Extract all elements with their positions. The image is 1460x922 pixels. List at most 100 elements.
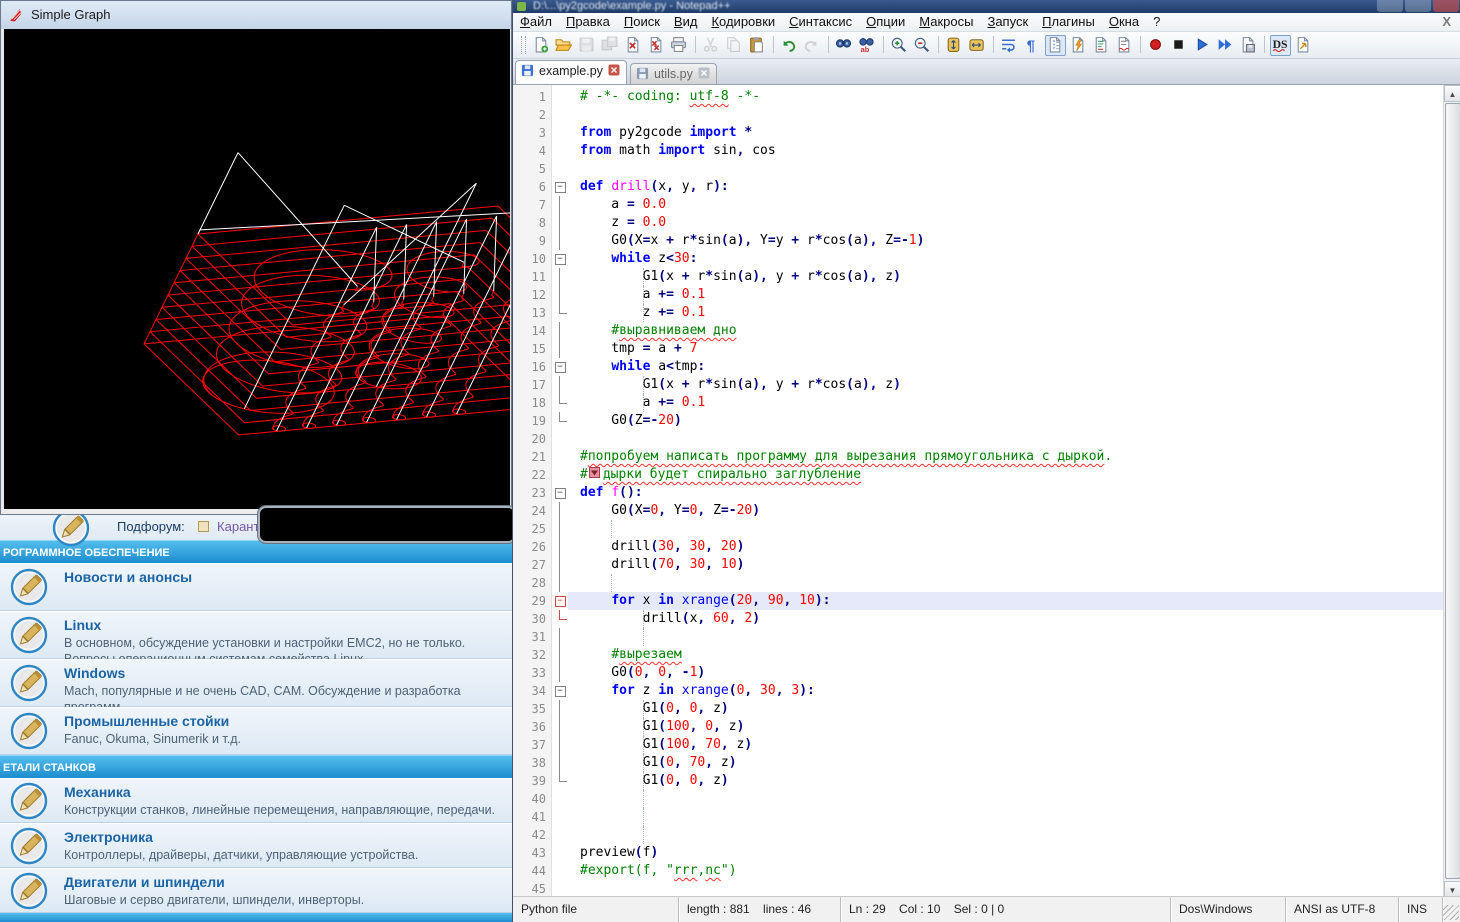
function-list-button[interactable]	[1068, 35, 1089, 56]
fold-marker[interactable]	[552, 160, 568, 178]
fold-marker[interactable]	[552, 790, 568, 808]
toolpath-preview-canvas[interactable]	[4, 29, 510, 511]
word-wrap-button[interactable]	[999, 35, 1020, 56]
copy-button[interactable]	[724, 35, 745, 56]
document-map-button[interactable]	[1091, 35, 1112, 56]
notepad-titlebar[interactable]: D:\...\py2gcode\example.py - Notepad++	[513, 0, 1460, 13]
indent-guide-button[interactable]	[1045, 35, 1066, 56]
forum-row-title[interactable]: Новости и анонсы	[64, 569, 512, 586]
code-line-11[interactable]: 11 G1(x + r*sin(a), y + r*cos(a), z)	[513, 268, 1444, 286]
forum-row-Linux[interactable]: LinuxВ основном, обсуждение установки и …	[0, 611, 512, 659]
menu-?[interactable]: ?	[1146, 13, 1167, 29]
code-line-12[interactable]: 12 a += 0.1	[513, 286, 1444, 304]
fold-marker[interactable]: −	[552, 358, 568, 376]
code-line-27[interactable]: 27 drill(70, 30, 10)	[513, 556, 1444, 574]
dspellcheck-button[interactable]: DS	[1270, 35, 1291, 56]
code-line-22[interactable]: 22#дырки будет спирально заглубление	[513, 466, 1444, 484]
save-button[interactable]	[577, 35, 598, 56]
fold-marker[interactable]	[552, 304, 568, 322]
forum-row-title[interactable]: Двигатели и шпиндели	[64, 874, 512, 891]
code-line-13[interactable]: 13 z += 0.1	[513, 304, 1444, 322]
code-line-41[interactable]: 41	[513, 808, 1444, 826]
fold-marker[interactable]	[552, 772, 568, 790]
forum-row-title[interactable]: Механика	[64, 784, 512, 801]
fold-marker[interactable]	[552, 412, 568, 430]
code-line-24[interactable]: 24 G0(X=0, Y=0, Z=-20)	[513, 502, 1444, 520]
code-line-15[interactable]: 15 tmp = a + 7	[513, 340, 1444, 358]
code-line-20[interactable]: 20	[513, 430, 1444, 448]
sync-horizontal-scroll-button[interactable]	[967, 35, 988, 56]
fold-marker[interactable]	[552, 430, 568, 448]
forum-row-Windows[interactable]: WindowsMach, популярные и не очень CAD, …	[0, 659, 512, 707]
fold-marker[interactable]	[552, 808, 568, 826]
new-file-button[interactable]	[531, 35, 552, 56]
fold-marker[interactable]: −	[552, 484, 568, 502]
editor[interactable]: 1# -*- coding: utf-8 -*-23from py2gcode …	[513, 84, 1460, 898]
menu-Правка[interactable]: Правка	[559, 13, 617, 29]
replace-button[interactable]: ab	[857, 35, 878, 56]
run-macro-multiple-button[interactable]	[1215, 35, 1236, 56]
forum-row-Двигатели и шпиндели[interactable]: Двигатели и шпинделиШаговые и серво двиг…	[0, 868, 512, 913]
code-line-14[interactable]: 14 #выравниваем дно	[513, 322, 1444, 340]
forum-row-Промышленные стойки[interactable]: Промышленные стойкиFanuc, Okuma, Sinumer…	[0, 707, 512, 755]
code-line-29[interactable]: 29− for x in xrange(20, 90, 10):	[513, 592, 1444, 610]
code-line-10[interactable]: 10− while z<30:	[513, 250, 1444, 268]
code-line-6[interactable]: 6−def drill(x, y, r):	[513, 178, 1444, 196]
v-scrollbar[interactable]: ▲ ▼	[1443, 85, 1460, 898]
tab-utils.py[interactable]: utils.py	[630, 63, 717, 86]
menu-Кодировки[interactable]: Кодировки	[704, 13, 782, 29]
menu-Опции[interactable]: Опции	[859, 13, 912, 29]
forum-row-Новости и анонсы[interactable]: Новости и анонсы	[0, 563, 512, 611]
save-all-button[interactable]	[600, 35, 621, 56]
fold-marker[interactable]	[552, 556, 568, 574]
save-macro-button[interactable]	[1238, 35, 1259, 56]
code-line-42[interactable]: 42	[513, 826, 1444, 844]
fold-marker[interactable]: −	[552, 682, 568, 700]
cut-button[interactable]	[701, 35, 722, 56]
tab-example.py[interactable]: example.py	[515, 60, 627, 86]
fold-marker[interactable]	[552, 736, 568, 754]
code-line-8[interactable]: 8 z = 0.0	[513, 214, 1444, 232]
forum-row-title[interactable]: Windows	[64, 665, 512, 682]
code-line-2[interactable]: 2	[513, 106, 1444, 124]
menu-Плагины[interactable]: Плагины	[1035, 13, 1102, 29]
fold-marker[interactable]	[552, 268, 568, 286]
fold-marker[interactable]	[552, 754, 568, 772]
close-document-button[interactable]: X	[1442, 14, 1451, 29]
fold-marker[interactable]	[552, 448, 568, 466]
code-line-17[interactable]: 17 G1(x + r*sin(a), y + r*cos(a), z)	[513, 376, 1444, 394]
fold-marker[interactable]	[552, 610, 568, 628]
code-line-1[interactable]: 1# -*- coding: utf-8 -*-	[513, 88, 1444, 106]
simple-graph-titlebar[interactable]: Simple Graph	[1, 1, 511, 29]
fold-marker[interactable]	[552, 340, 568, 358]
forum-row-title[interactable]: Электроника	[64, 829, 512, 846]
fold-marker[interactable]	[552, 826, 568, 844]
forum-row-title[interactable]: Linux	[64, 617, 512, 634]
fold-marker[interactable]	[552, 700, 568, 718]
code-line-18[interactable]: 18 a += 0.1	[513, 394, 1444, 412]
code-line-3[interactable]: 3from py2gcode import *	[513, 124, 1444, 142]
code-line-34[interactable]: 34− for z in xrange(0, 30, 3):	[513, 682, 1444, 700]
menu-Окна[interactable]: Окна	[1102, 13, 1146, 29]
find-button[interactable]	[834, 35, 855, 56]
code-line-39[interactable]: 39 G1(0, 0, z)	[513, 772, 1444, 790]
code-line-4[interactable]: 4from math import sin, cos	[513, 142, 1444, 160]
toolbar-grip[interactable]	[521, 36, 526, 54]
code-line-33[interactable]: 33 G0(0, 0, -1)	[513, 664, 1444, 682]
close-all-button[interactable]	[646, 35, 667, 56]
maximize-button[interactable]	[1405, 0, 1431, 12]
fold-marker[interactable]	[552, 88, 568, 106]
fold-marker[interactable]	[552, 862, 568, 880]
code-line-19[interactable]: 19 G0(Z=-20)	[513, 412, 1444, 430]
fold-marker[interactable]	[552, 628, 568, 646]
fold-marker[interactable]	[552, 142, 568, 160]
code-line-38[interactable]: 38 G1(0, 70, z)	[513, 754, 1444, 772]
record-macro-button[interactable]	[1146, 35, 1167, 56]
menu-Вид[interactable]: Вид	[667, 13, 705, 29]
code-line-43[interactable]: 43preview(f)	[513, 844, 1444, 862]
code-line-32[interactable]: 32 #вырезаем	[513, 646, 1444, 664]
fold-marker[interactable]	[552, 214, 568, 232]
fold-marker[interactable]	[552, 466, 568, 484]
paste-button[interactable]	[747, 35, 768, 56]
menu-Поиск[interactable]: Поиск	[617, 13, 667, 29]
